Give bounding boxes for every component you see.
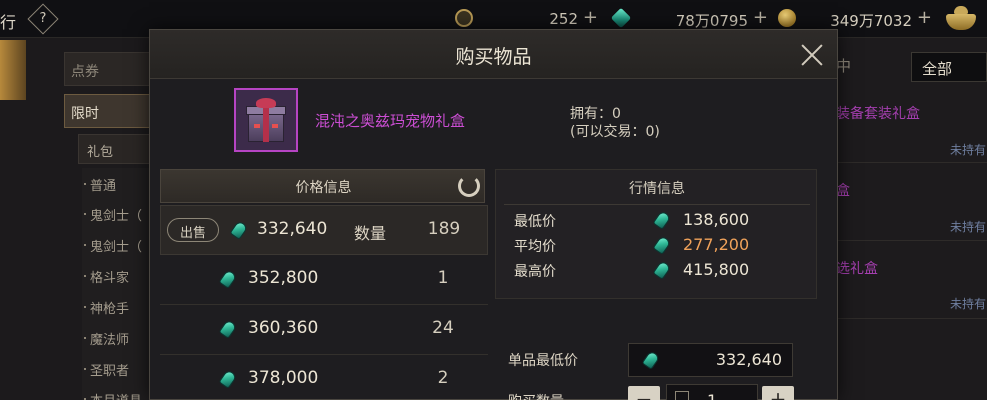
price-info-title: 价格信息 bbox=[295, 180, 352, 196]
add-currency-button[interactable]: + bbox=[753, 7, 768, 28]
divider bbox=[504, 204, 810, 205]
sidebar-item[interactable]: 鬼剑士（ bbox=[83, 236, 142, 255]
sort-label: 中 bbox=[836, 57, 852, 75]
sidebar-item[interactable]: 本月道具 bbox=[83, 390, 142, 400]
minus-icon: − bbox=[635, 387, 653, 400]
help-button[interactable]: ? bbox=[27, 3, 59, 35]
listing-row[interactable]: 出售 332,640 数量 189 bbox=[160, 205, 488, 255]
page-title: 行 bbox=[0, 13, 17, 32]
gem-icon bbox=[218, 269, 238, 289]
add-currency-button[interactable]: + bbox=[917, 7, 932, 28]
gem-icon bbox=[610, 7, 632, 29]
list-item-status: 未持有 bbox=[950, 297, 987, 311]
quantity-label: 数量 bbox=[354, 224, 387, 243]
market-info-title: 行情信息 bbox=[629, 181, 685, 197]
listing-quantity: 189 bbox=[427, 219, 461, 239]
plus-icon: + bbox=[769, 387, 787, 400]
max-price-label: 最高价 bbox=[514, 264, 556, 280]
close-icon[interactable] bbox=[800, 43, 824, 67]
listing-row[interactable]: 360,360 24 bbox=[160, 305, 488, 355]
sidebar-item[interactable]: 圣职者 bbox=[83, 360, 129, 379]
avg-price-value: 277,200 bbox=[683, 235, 750, 254]
gold-coin-icon bbox=[778, 9, 796, 27]
gem-icon bbox=[229, 220, 249, 240]
buy-quantity-label: 购买数量 bbox=[508, 391, 564, 400]
help-icon: ? bbox=[39, 11, 47, 26]
sidebar-item[interactable]: 鬼剑士（ bbox=[83, 205, 142, 224]
increase-quantity-button[interactable]: + bbox=[762, 386, 794, 400]
list-item-status: 未持有 bbox=[950, 143, 987, 157]
sidebar-accent bbox=[0, 40, 26, 100]
currency-value: 349万7032 bbox=[830, 12, 912, 30]
ring-icon bbox=[455, 9, 473, 27]
gem-icon bbox=[652, 260, 672, 280]
sell-label: 出售 bbox=[179, 226, 206, 241]
divider bbox=[836, 318, 987, 319]
owned-count: 拥有：0 bbox=[570, 106, 621, 122]
quantity-input[interactable]: 1 bbox=[666, 384, 758, 400]
sidebar-item[interactable]: 普通 bbox=[83, 175, 116, 194]
avg-price-label: 平均价 bbox=[514, 239, 556, 255]
listing-price: 332,640 bbox=[257, 219, 328, 239]
calculator-icon[interactable] bbox=[675, 391, 689, 400]
currency-gem: 78万0795 + bbox=[610, 7, 770, 30]
filter-dropdown[interactable]: 全部 bbox=[911, 52, 987, 82]
listing-price: 378,000 bbox=[248, 368, 319, 388]
quantity-value: 1 bbox=[707, 391, 717, 400]
gem-icon bbox=[641, 350, 661, 370]
divider bbox=[836, 240, 987, 241]
gem-icon bbox=[652, 235, 672, 255]
filter-value: 全部 bbox=[922, 60, 953, 78]
dialog-header: 购买物品 bbox=[150, 30, 837, 79]
tab-label: 限时 bbox=[71, 106, 99, 122]
max-price-value: 415,800 bbox=[683, 260, 750, 279]
dialog-title: 购买物品 bbox=[455, 46, 532, 68]
treasure-pot-icon[interactable] bbox=[946, 6, 976, 32]
min-price-value: 138,600 bbox=[683, 210, 750, 229]
lowest-price-value: 332,640 bbox=[715, 350, 782, 369]
lowest-price-label: 单品最低价 bbox=[508, 353, 578, 369]
tradable-count: (可以交易：0) bbox=[570, 124, 660, 140]
min-price-label: 最低价 bbox=[514, 214, 556, 230]
tab-cash[interactable]: 点券 bbox=[64, 52, 160, 86]
listing-quantity: 1 bbox=[437, 268, 449, 288]
sidebar-item[interactable]: 神枪手 bbox=[83, 298, 129, 317]
list-item-name[interactable]: 装备套装礼盒 bbox=[836, 103, 920, 123]
divider bbox=[836, 162, 987, 163]
tab-label: 点券 bbox=[71, 64, 99, 80]
currency-ring: 252 + bbox=[455, 7, 600, 30]
listing-row[interactable]: 378,000 2 bbox=[160, 355, 488, 400]
gem-icon bbox=[218, 319, 238, 339]
subcategory-gift[interactable]: 礼包 bbox=[78, 134, 158, 164]
purchase-dialog: 购买物品 混沌之奥兹玛宠物礼盒 拥有：0 (可以交易：0) 价格信息 出售 33… bbox=[149, 29, 838, 400]
sidebar-item[interactable]: 格斗家 bbox=[83, 267, 129, 286]
market-info-panel: 行情信息 最低价 138,600 平均价 277,200 最高价 415,800 bbox=[495, 169, 817, 299]
item-name: 混沌之奥兹玛宠物礼盒 bbox=[315, 112, 466, 130]
item-icon-frame bbox=[234, 88, 298, 152]
currency-value: 78万0795 bbox=[675, 12, 748, 30]
class-list: 普通 鬼剑士（ 鬼剑士（ 格斗家 神枪手 魔法师 圣职者 本月道具 bbox=[82, 168, 158, 400]
list-item-name[interactable]: 选礼盒 bbox=[836, 258, 878, 278]
tab-limited[interactable]: 限时 bbox=[64, 94, 160, 128]
list-item-status: 未持有 bbox=[950, 220, 987, 234]
add-currency-button[interactable]: + bbox=[583, 7, 598, 28]
gift-box-icon bbox=[246, 98, 286, 142]
refresh-icon[interactable] bbox=[458, 175, 480, 197]
sidebar-item[interactable]: 魔法师 bbox=[83, 329, 129, 348]
lowest-price-field: 332,640 bbox=[628, 343, 793, 377]
subcategory-label: 礼包 bbox=[87, 145, 114, 160]
listing-price: 352,800 bbox=[248, 268, 319, 288]
list-item-name[interactable]: 盒 bbox=[836, 180, 850, 200]
gem-icon bbox=[218, 369, 238, 389]
listing-quantity: 24 bbox=[432, 318, 454, 338]
listing-quantity: 2 bbox=[437, 368, 449, 388]
currency-value: 252 bbox=[549, 10, 578, 28]
listing-price: 360,360 bbox=[248, 318, 319, 338]
currency-gold: 349万7032 + bbox=[778, 7, 934, 30]
listing-row[interactable]: 352,800 1 bbox=[160, 255, 488, 305]
decrease-quantity-button[interactable]: − bbox=[628, 386, 660, 400]
price-info-header: 价格信息 bbox=[160, 169, 485, 203]
sell-button[interactable]: 出售 bbox=[167, 218, 219, 242]
gem-icon bbox=[652, 210, 672, 230]
